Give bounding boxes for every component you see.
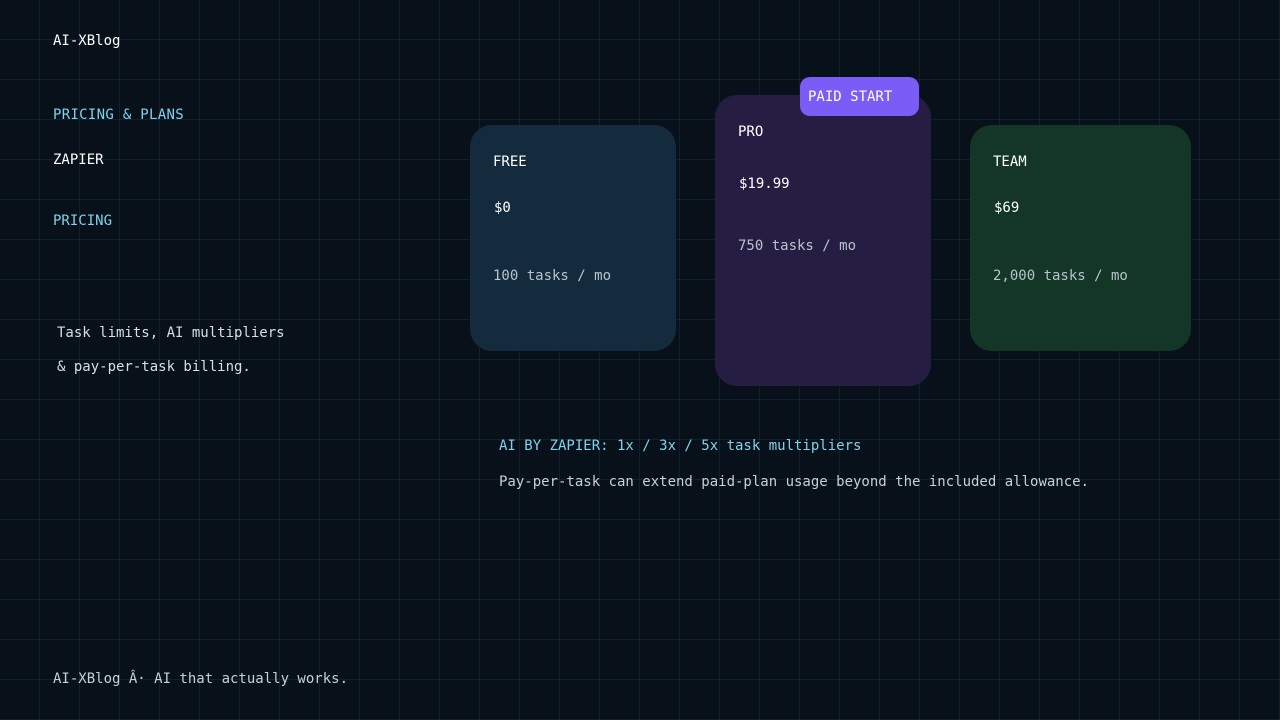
section-kicker: PRICING & PLANS xyxy=(53,107,184,123)
plan-price: $69 xyxy=(994,200,1020,216)
plan-task-limit: 750 tasks / mo xyxy=(738,238,857,254)
plan-badge-paid-start: PAID START xyxy=(800,77,919,116)
description-line-1: Task limits, AI multipliers xyxy=(57,325,285,341)
ai-multiplier-heading: AI BY ZAPIER: 1x / 3x / 5x task multipli… xyxy=(499,438,862,454)
plan-price: $0 xyxy=(494,200,511,216)
ai-multiplier-note: Pay-per-task can extend paid-plan usage … xyxy=(499,474,1090,490)
brand-logo[interactable]: AI-XBlog xyxy=(53,33,120,49)
plan-card-free: FREE $0 100 tasks / mo xyxy=(470,125,676,351)
plan-card-team: TEAM $69 2,000 tasks / mo xyxy=(970,125,1191,351)
plan-task-limit: 100 tasks / mo xyxy=(493,268,612,284)
plan-name: TEAM xyxy=(993,154,1027,170)
page-title-line1: ZAPIER xyxy=(53,152,104,168)
page-title-line2: PRICING xyxy=(53,213,113,229)
plan-task-limit: 2,000 tasks / mo xyxy=(993,268,1128,284)
plan-name: FREE xyxy=(493,154,527,170)
plan-card-pro: PRO $19.99 750 tasks / mo xyxy=(715,95,931,386)
plan-price: $19.99 xyxy=(739,176,790,192)
footer-tagline: AI-XBlog Â· AI that actually works. xyxy=(53,671,349,687)
page-description: Task limits, AI multipliers & pay-per-ta… xyxy=(57,316,285,384)
plan-name: PRO xyxy=(738,124,764,140)
description-line-2: & pay-per-task billing. xyxy=(57,359,251,375)
